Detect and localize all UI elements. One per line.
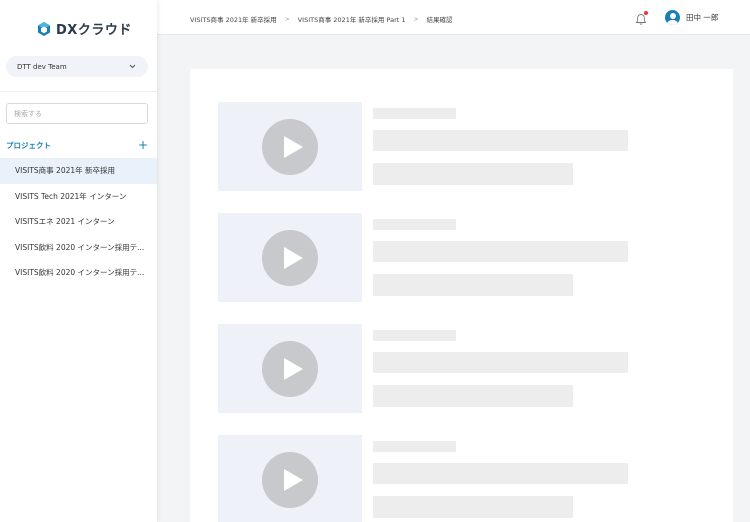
video-item bbox=[218, 102, 708, 192]
user-name: 田中 一郎 bbox=[686, 13, 719, 22]
project-section-header: プロジェクト + bbox=[6, 138, 148, 152]
video-thumbnail[interactable] bbox=[218, 102, 362, 191]
skeleton-line bbox=[373, 463, 628, 484]
video-item bbox=[218, 324, 708, 414]
logo-text: DXクラウド bbox=[56, 23, 132, 38]
top-header: VISITS商事 2021年 新卒採用 > VISITS商事 2021年 新卒採… bbox=[157, 0, 750, 35]
user-menu[interactable]: 田中 一郎 bbox=[665, 10, 718, 25]
sidebar: DXクラウド DTT dev Team プロジェクト + VISITS商事 20… bbox=[0, 0, 157, 522]
skeleton-line bbox=[373, 241, 628, 262]
project-item[interactable]: VISITS商事 2021年 新卒採用 bbox=[0, 158, 157, 184]
play-icon bbox=[262, 340, 318, 397]
video-thumbnail[interactable] bbox=[218, 324, 362, 413]
skeleton-line bbox=[373, 130, 628, 151]
app-logo[interactable]: DXクラウド bbox=[36, 19, 132, 38]
skeleton-line bbox=[373, 352, 628, 373]
dx-logo-icon bbox=[38, 21, 50, 36]
video-item bbox=[218, 213, 708, 303]
skeleton-line bbox=[373, 163, 573, 185]
chevron-right-icon: > bbox=[413, 15, 419, 23]
team-select-label: DTT dev Team bbox=[17, 62, 67, 71]
chevron-right-icon: > bbox=[284, 15, 290, 23]
video-item bbox=[218, 435, 708, 522]
play-icon bbox=[262, 229, 318, 286]
project-item[interactable]: VISITS Tech 2021年 インターン bbox=[0, 184, 157, 210]
notification-badge bbox=[644, 11, 648, 15]
skeleton-title bbox=[373, 108, 456, 119]
video-list-card bbox=[190, 69, 733, 522]
project-item[interactable]: VISITS飲料 2020 インターン採用テ... bbox=[0, 260, 157, 286]
team-select[interactable]: DTT dev Team bbox=[6, 56, 148, 77]
sidebar-divider bbox=[0, 91, 157, 92]
plus-icon[interactable]: + bbox=[138, 139, 148, 151]
project-list: VISITS商事 2021年 新卒採用 VISITS Tech 2021年 イン… bbox=[0, 158, 157, 286]
skeleton-line bbox=[373, 274, 573, 296]
skeleton-title bbox=[373, 219, 456, 230]
user-avatar-icon bbox=[665, 10, 680, 25]
project-section-title: プロジェクト bbox=[6, 140, 51, 150]
chevron-down-icon bbox=[129, 64, 136, 69]
project-item[interactable]: VISITSエネ 2021 インターン bbox=[0, 209, 157, 235]
play-icon bbox=[262, 451, 318, 508]
skeleton-line bbox=[373, 496, 573, 518]
breadcrumb: VISITS商事 2021年 新卒採用 > VISITS商事 2021年 新卒採… bbox=[190, 14, 453, 25]
video-thumbnail[interactable] bbox=[218, 213, 362, 302]
skeleton-line bbox=[373, 385, 573, 407]
skeleton-title bbox=[373, 441, 456, 452]
skeleton-title bbox=[373, 330, 456, 341]
breadcrumb-item[interactable]: VISITS商事 2021年 新卒採用 bbox=[190, 14, 277, 24]
breadcrumb-item-current: 結果確認 bbox=[426, 16, 453, 24]
breadcrumb-item[interactable]: VISITS商事 2021年 新卒採用 Part 1 bbox=[298, 14, 406, 24]
project-item[interactable]: VISITS飲料 2020 インターン採用テ... bbox=[0, 235, 157, 261]
search-input[interactable] bbox=[6, 103, 148, 124]
video-thumbnail[interactable] bbox=[218, 435, 362, 522]
notification-button[interactable] bbox=[634, 11, 648, 25]
play-icon bbox=[262, 118, 318, 175]
